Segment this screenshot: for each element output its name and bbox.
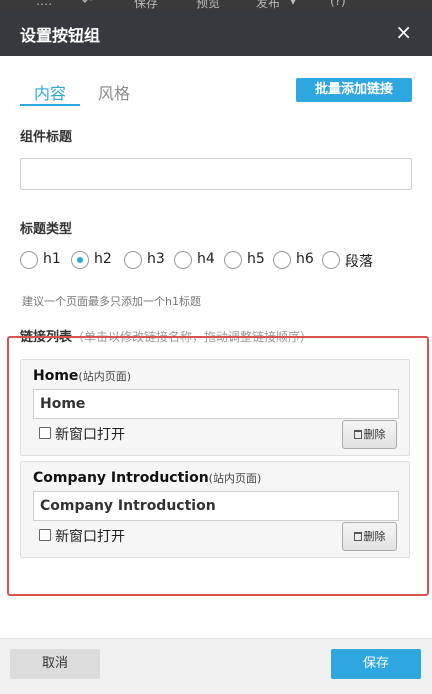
link-type: (站内页面)	[208, 472, 262, 485]
link-name-field[interactable]: Home	[33, 389, 399, 419]
heading-hint: 建议一个页面最多只添加一个h1标题	[22, 295, 201, 308]
cancel-button[interactable]: 取消	[10, 649, 100, 679]
dialog-footer: 取消 保存	[0, 638, 432, 694]
tab-style[interactable]: 风格	[98, 80, 130, 104]
delete-link-button[interactable]: 删除	[342, 522, 397, 551]
trash-icon	[353, 430, 362, 439]
link-item-title: Home(站内页面)	[33, 368, 131, 384]
radio-label: h2	[94, 251, 112, 267]
new-window-checkbox[interactable]	[39, 529, 51, 541]
dialog-titlebar: 设置按钮组 ×	[0, 10, 432, 56]
active-tab-indicator	[20, 104, 80, 106]
save-button[interactable]: 保存	[331, 649, 421, 679]
link-item[interactable]: Company Introduction(站内页面) Company Intro…	[20, 461, 410, 558]
radio-label: h6	[296, 251, 314, 267]
dialog-title: 设置按钮组	[20, 26, 101, 45]
trash-icon	[353, 532, 362, 541]
link-name: Company Introduction	[33, 470, 209, 486]
tab-content[interactable]: 内容	[34, 80, 66, 104]
bulk-add-links-button[interactable]: 批量添加链接	[296, 78, 412, 102]
radio-circle[interactable]	[124, 251, 142, 269]
delete-label: 删除	[363, 428, 386, 441]
radio-label: h3	[147, 251, 165, 267]
radio-label: 段落	[345, 254, 373, 270]
new-window-checkbox[interactable]	[39, 427, 51, 439]
new-window-label: 新窗口打开	[55, 427, 125, 443]
radio-label: h4	[197, 251, 215, 267]
link-item[interactable]: Home(站内页面) Home 新窗口打开 删除	[20, 359, 410, 456]
link-name-field[interactable]: Company Introduction	[33, 491, 399, 521]
link-item-title: Company Introduction(站内页面)	[33, 470, 261, 486]
link-type: (站内页面)	[78, 370, 132, 383]
toolbar-dots-icon: ::::	[36, 0, 53, 8]
radio-circle[interactable]	[322, 251, 340, 269]
radio-circle-checked[interactable]	[71, 251, 89, 269]
radio-label: h1	[43, 251, 61, 267]
radio-circle[interactable]	[273, 251, 291, 269]
toolbar-help[interactable]: (?)	[330, 0, 346, 8]
radio-circle[interactable]	[174, 251, 192, 269]
delete-label: 删除	[363, 530, 386, 543]
heading-type-radio-group: h1 h2 h3 h4 h5 h6 段落	[20, 248, 420, 272]
delete-link-button[interactable]: 删除	[342, 420, 397, 449]
new-window-label: 新窗口打开	[55, 529, 125, 545]
radio-circle[interactable]	[20, 251, 38, 269]
heading-type-label: 标题类型	[20, 222, 73, 237]
link-name: Home	[33, 368, 79, 384]
chevron-down-icon[interactable]: ▾	[290, 0, 296, 8]
radio-label: h5	[247, 251, 265, 267]
button-group-dialog: 设置按钮组 × 内容 风格 批量添加链接 组件标题 标题类型 h1 h2 h3 …	[0, 10, 432, 694]
close-icon[interactable]: ×	[395, 20, 412, 44]
component-title-label: 组件标题	[20, 130, 73, 145]
undo-icon[interactable]: ↶	[82, 0, 92, 8]
component-title-input[interactable]	[20, 158, 412, 190]
radio-circle[interactable]	[224, 251, 242, 269]
tab-bar: 内容 风格 批量添加链接	[20, 78, 412, 106]
